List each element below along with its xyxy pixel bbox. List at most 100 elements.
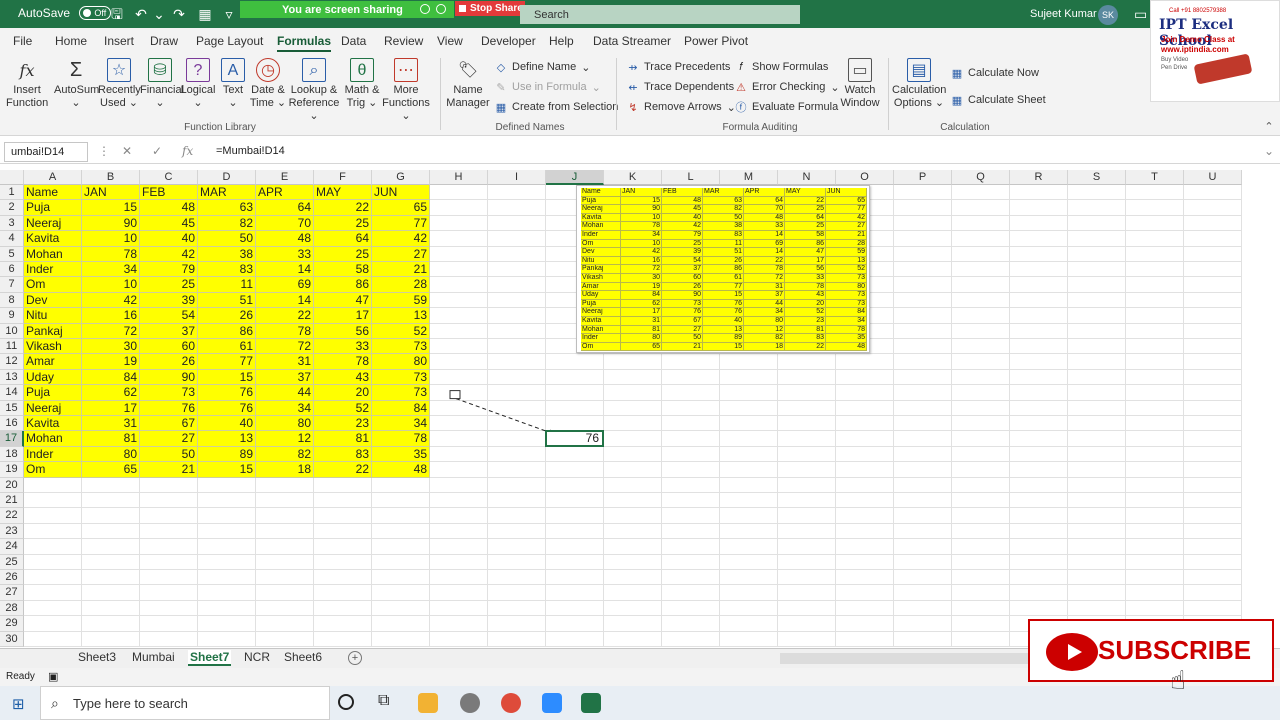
logical-button[interactable]: ? Logical ⌄ — [180, 58, 216, 110]
table-cell[interactable]: 19 — [82, 354, 140, 370]
table-cell[interactable]: 44 — [256, 385, 314, 401]
row-header[interactable]: 24 — [0, 539, 24, 555]
table-cell[interactable]: Neeraj — [24, 215, 82, 232]
table-cell[interactable]: Nitu — [24, 308, 82, 324]
column-header[interactable]: O — [836, 170, 894, 185]
table-cell[interactable]: 22 — [256, 308, 314, 324]
insert-function-icon[interactable]: fx — [182, 144, 193, 158]
tab-file[interactable]: File — [13, 34, 32, 48]
text-button[interactable]: A Text ⌄ — [218, 58, 248, 110]
table-cell[interactable]: 81 — [314, 431, 372, 447]
table-cell[interactable]: 31 — [82, 416, 140, 432]
table-cell[interactable]: 83 — [198, 262, 256, 278]
use-in-formula-button[interactable]: ✎ Use in Formula ⌄ — [494, 80, 600, 94]
table-cell[interactable]: 76 — [140, 400, 198, 416]
table-cell[interactable]: 23 — [314, 416, 372, 432]
table-cell[interactable]: 78 — [256, 323, 314, 339]
row-header[interactable]: 13 — [0, 369, 24, 386]
table-cell[interactable]: 89 — [198, 446, 256, 463]
lookup-reference-button[interactable]: ⌕ Lookup & Reference ⌄ — [288, 58, 340, 123]
tab-data[interactable]: Data — [341, 34, 366, 48]
show-formulas-button[interactable]: 𝑓 Show Formulas — [734, 60, 828, 74]
column-header[interactable]: K — [604, 170, 662, 185]
calculate-sheet-button[interactable]: ▦ Calculate Sheet — [950, 93, 1046, 107]
row-header[interactable]: 8 — [0, 292, 24, 309]
table-cell[interactable]: 70 — [256, 215, 314, 232]
task-view-icon[interactable]: ⧉ — [378, 692, 389, 710]
table-cell[interactable]: 78 — [372, 431, 430, 447]
table-cell[interactable]: 22 — [314, 462, 372, 478]
table-cell[interactable]: 83 — [314, 446, 372, 463]
row-header[interactable]: 17 — [0, 431, 24, 447]
trace-precedents-button[interactable]: ⇸ Trace Precedents — [626, 60, 730, 74]
column-header[interactable]: J — [546, 170, 604, 185]
tab-formulas[interactable]: Formulas — [277, 34, 332, 52]
table-cell[interactable]: Dev — [24, 292, 82, 309]
tab-home[interactable]: Home — [55, 34, 87, 48]
table-cell[interactable]: 40 — [198, 416, 256, 432]
table-cell[interactable]: Name — [24, 185, 82, 201]
table-cell[interactable]: JUN — [372, 185, 430, 201]
table-cell[interactable]: 17 — [82, 400, 140, 416]
table-cell[interactable]: Neeraj — [24, 400, 82, 416]
table-cell[interactable]: 21 — [140, 462, 198, 478]
table-cell[interactable]: 72 — [82, 323, 140, 339]
save-icon[interactable]: 🖫 — [108, 5, 126, 23]
zoom-icon[interactable] — [542, 693, 562, 713]
table-cell[interactable]: 60 — [140, 339, 198, 355]
autosave-toggle[interactable]: AutoSave Off — [18, 6, 112, 20]
autosum-button[interactable]: Σ AutoSum ⌄ — [54, 58, 99, 110]
table-cell[interactable]: MAR — [198, 185, 256, 201]
expand-formula-bar-icon[interactable]: ⌄ — [1264, 144, 1274, 158]
table-cell[interactable]: Om — [24, 277, 82, 293]
linked-picture[interactable]: Name JAN FEB MAR APR MAY JUN Puja 15 48 63 64 22 65 Ne… — [576, 185, 870, 353]
table-cell[interactable]: 48 — [140, 200, 198, 216]
undo-dropdown-icon[interactable]: ⌄ — [150, 5, 168, 23]
column-header[interactable]: R — [1010, 170, 1068, 185]
table-cell[interactable]: 86 — [198, 323, 256, 339]
tab-power-pivot[interactable]: Power Pivot — [684, 34, 748, 48]
redo-icon[interactable]: ↷ — [170, 5, 188, 23]
table-cell[interactable]: 73 — [372, 339, 430, 355]
sheet-tab-sheet3[interactable]: Sheet3 — [76, 650, 118, 664]
table-cell[interactable]: 25 — [314, 246, 372, 262]
avatar[interactable]: SK — [1098, 5, 1118, 25]
column-header[interactable]: D — [198, 170, 256, 185]
table-cell[interactable]: 62 — [82, 385, 140, 401]
table-cell[interactable]: 11 — [198, 277, 256, 293]
table-cell[interactable]: 25 — [314, 215, 372, 232]
row-header[interactable]: 1 — [0, 185, 24, 201]
tab-view[interactable]: View — [437, 34, 463, 48]
table-cell[interactable]: Kavita — [24, 231, 82, 247]
row-header[interactable]: 9 — [0, 308, 24, 324]
recently-used-button[interactable]: ☆ Recently Used ⌄ — [98, 58, 141, 110]
column-header[interactable]: M — [720, 170, 778, 185]
evaluate-formula-button[interactable]: ⓕ Evaluate Formula — [734, 100, 839, 114]
ribbon-display-icon[interactable]: ▭ — [1134, 6, 1147, 23]
table-cell[interactable]: Puja — [24, 385, 82, 401]
column-header[interactable]: A — [24, 170, 82, 185]
table-cell[interactable]: 90 — [82, 215, 140, 232]
column-header[interactable]: Q — [952, 170, 1010, 185]
table-cell[interactable]: 38 — [198, 246, 256, 262]
tab-developer[interactable]: Developer — [481, 34, 536, 48]
table-cell[interactable]: 13 — [198, 431, 256, 447]
table-cell[interactable]: 64 — [314, 231, 372, 247]
table-cell[interactable]: 42 — [82, 292, 140, 309]
remove-arrows-button[interactable]: ↯ Remove Arrows ⌄ — [626, 100, 735, 114]
table-cell[interactable]: 17 — [314, 308, 372, 324]
tab-help[interactable]: Help — [549, 34, 574, 48]
table-cell[interactable]: 40 — [140, 231, 198, 247]
table-cell[interactable]: JAN — [82, 185, 140, 201]
table-cell[interactable]: 73 — [140, 385, 198, 401]
enter-icon[interactable]: ✓ — [152, 144, 162, 158]
stop-share-button[interactable]: Stop Share — [455, 1, 525, 16]
table-cell[interactable]: 33 — [314, 339, 372, 355]
chrome-icon[interactable] — [501, 693, 521, 713]
table-cell[interactable]: 48 — [372, 462, 430, 478]
row-header[interactable]: 14 — [0, 385, 24, 401]
table-cell[interactable]: 84 — [372, 400, 430, 416]
share-settings-icon[interactable] — [436, 4, 446, 14]
table-cell[interactable]: 15 — [82, 200, 140, 216]
horizontal-scrollbar[interactable] — [780, 653, 1030, 664]
